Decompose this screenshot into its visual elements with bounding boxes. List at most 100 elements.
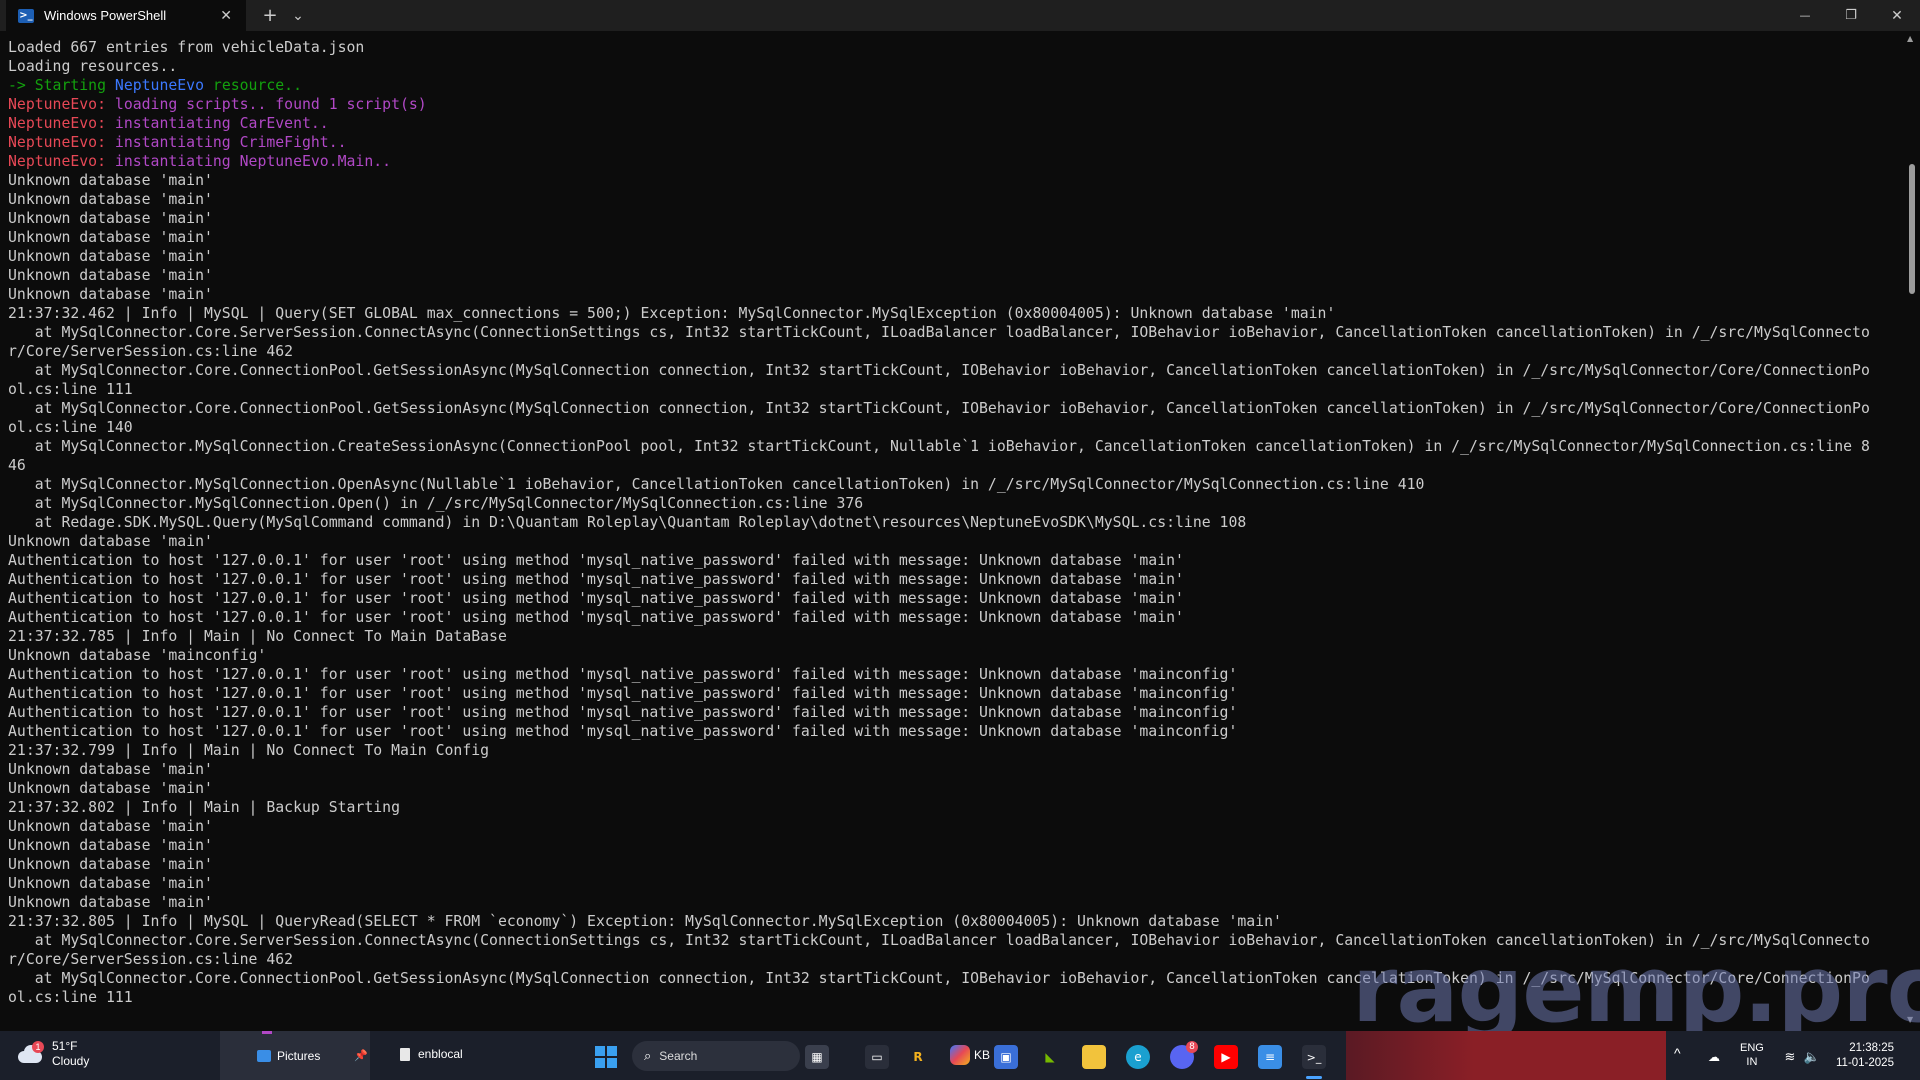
store-icon[interactable]: ▣: [994, 1045, 1018, 1069]
search-box[interactable]: ⌕ Search: [632, 1041, 800, 1071]
enblocal-window-button[interactable]: enblocal: [400, 1047, 463, 1061]
console-text-segment: instantiating CarEvent..: [114, 115, 329, 132]
new-tab-button[interactable]: +: [258, 0, 282, 31]
console-text-segment: ol.cs:line 140: [8, 419, 133, 436]
app-thumbnail-icon[interactable]: ▦: [805, 1045, 829, 1069]
onedrive-icon[interactable]: ☁: [1702, 1045, 1726, 1069]
console-line: Unknown database 'main': [8, 247, 1894, 266]
nvidia-icon[interactable]: ◣: [1038, 1045, 1062, 1069]
discord-icon[interactable]: 8: [1170, 1041, 1198, 1069]
file-explorer-icon[interactable]: [1082, 1045, 1106, 1069]
console-line: Unknown database 'main': [8, 171, 1894, 190]
console-line: NeptuneEvo: instantiating CarEvent..: [8, 114, 1894, 133]
console-text-segment: Authentication to host '127.0.0.1' for u…: [8, 609, 1184, 626]
vertical-scrollbar[interactable]: ▲ ▼: [1904, 31, 1920, 1031]
console-line: r/Core/ServerSession.cs:line 462: [8, 342, 1894, 361]
console-line: 21:37:32.462 | Info | MySQL | Query(SET …: [8, 304, 1894, 323]
console-line: at MySqlConnector.Core.ConnectionPool.Ge…: [8, 399, 1894, 418]
console-line: Unknown database 'main': [8, 893, 1894, 912]
console-text-segment: Unknown database 'main': [8, 267, 213, 284]
console-text-segment: -> Starting: [8, 77, 115, 94]
console-text-segment: Unknown database 'main': [8, 533, 213, 550]
pin-icon[interactable]: 📌: [354, 1049, 368, 1062]
console-text-segment: Authentication to host '127.0.0.1' for u…: [8, 571, 1184, 588]
maximize-button[interactable]: ❐: [1828, 0, 1874, 31]
r-app-icon[interactable]: R: [906, 1045, 930, 1069]
tab-title: Windows PowerShell: [44, 8, 167, 23]
discord-badge: 8: [1186, 1041, 1198, 1053]
language-indicator[interactable]: ENG IN: [1740, 1041, 1764, 1069]
search-text: Search: [659, 1049, 698, 1063]
app-window-icon[interactable]: ▭: [865, 1045, 889, 1069]
console-text-segment: Authentication to host '127.0.0.1' for u…: [8, 590, 1184, 607]
console-line: Unknown database 'main': [8, 190, 1894, 209]
weather-widget[interactable]: 1 51°F Cloudy: [16, 1039, 89, 1069]
console-line: 46: [8, 456, 1894, 475]
clock-date: 11-01-2025: [1836, 1057, 1894, 1069]
tray-expand-button[interactable]: ^: [1674, 1045, 1681, 1061]
console-text-segment: Unknown database 'main': [8, 837, 213, 854]
console-line: Authentication to host '127.0.0.1' for u…: [8, 665, 1894, 684]
lang-bottom: IN: [1746, 1056, 1758, 1068]
console-text-segment: loading scripts.. found 1 script(s): [114, 96, 427, 113]
console-text-segment: r/Core/ServerSession.cs:line 462: [8, 343, 294, 360]
kb-label: KB: [974, 1048, 991, 1062]
console-line: NeptuneEvo: loading scripts.. found 1 sc…: [8, 95, 1894, 114]
console-line: at MySqlConnector.Core.ServerSession.Con…: [8, 323, 1894, 342]
console-text-segment: Unknown database 'main': [8, 210, 213, 227]
tab-dropdown-button[interactable]: ⌄: [286, 0, 310, 31]
console-line: at Redage.SDK.MySQL.Query(MySqlCommand c…: [8, 513, 1894, 532]
tab-windows-powershell[interactable]: >_ Windows PowerShell ✕: [6, 0, 246, 31]
terminal-active-indicator: [1306, 1076, 1322, 1079]
console-text-segment: Unknown database 'main': [8, 875, 213, 892]
console-text-segment: Unknown database 'main': [8, 191, 213, 208]
edge-icon[interactable]: e: [1126, 1045, 1150, 1069]
close-button[interactable]: ✕: [1874, 0, 1920, 31]
tab-close-icon[interactable]: ✕: [220, 8, 232, 24]
console-line: Unknown database 'main': [8, 855, 1894, 874]
console-text-segment: Unknown database 'main': [8, 286, 213, 303]
console-text-segment: 21:37:32.785 | Info | Main | No Connect …: [8, 628, 507, 645]
console-text-segment: Unknown database 'main': [8, 894, 213, 911]
wifi-icon[interactable]: ≋: [1778, 1045, 1802, 1069]
console-text-segment: ol.cs:line 111: [8, 989, 133, 1006]
minimize-button[interactable]: —: [1782, 0, 1828, 31]
console-text-segment: 21:37:32.799 | Info | Main | No Connect …: [8, 742, 490, 759]
console-text-segment: Authentication to host '127.0.0.1' for u…: [8, 704, 1238, 721]
scrollbar-thumb[interactable]: [1909, 164, 1915, 294]
clock[interactable]: 21:38:25 11-01-2025: [1836, 1041, 1894, 1071]
console-output[interactable]: Loaded 667 entries from vehicleData.json…: [8, 38, 1894, 1038]
console-line: Unknown database 'main': [8, 874, 1894, 893]
console-line: 21:37:32.785 | Info | Main | No Connect …: [8, 627, 1894, 646]
console-text-segment: at MySqlConnector.MySqlConnection.OpenAs…: [8, 476, 1425, 493]
console-line: NeptuneEvo: instantiating CrimeFight..: [8, 133, 1894, 152]
lang-top: ENG: [1740, 1042, 1764, 1054]
terminal-icon[interactable]: >_: [1302, 1045, 1326, 1069]
console-line: Unknown database 'main': [8, 836, 1894, 855]
console-text-segment: instantiating NeptuneEvo.Main..: [114, 153, 392, 170]
console-text-segment: Unknown database 'main': [8, 780, 213, 797]
search-icon: ⌕: [644, 1048, 652, 1064]
console-line: at MySqlConnector.Core.ConnectionPool.Ge…: [8, 361, 1894, 380]
console-text-segment: NeptuneEvo:: [8, 96, 115, 113]
windows-start-icon[interactable]: [594, 1045, 618, 1069]
console-line: Unknown database 'main': [8, 779, 1894, 798]
console-line: -> Starting NeptuneEvo resource..: [8, 76, 1894, 95]
pictures-window-button[interactable]: Pictures 📌: [220, 1031, 370, 1080]
console-text-segment: Authentication to host '127.0.0.1' for u…: [8, 723, 1238, 740]
console-line: Loaded 667 entries from vehicleData.json: [8, 38, 1894, 57]
console-line: Unknown database 'main': [8, 760, 1894, 779]
console-line: NeptuneEvo: instantiating NeptuneEvo.Mai…: [8, 152, 1894, 171]
taskbar: 1 51°F Cloudy Pictures 📌 enblocal ⌕ Sear…: [0, 1031, 1920, 1080]
console-text-segment: at Redage.SDK.MySQL.Query(MySqlCommand c…: [8, 514, 1247, 531]
scroll-up-arrow-icon[interactable]: ▲: [1907, 34, 1913, 43]
copilot-kb-button[interactable]: KB: [950, 1045, 990, 1065]
weather-temp: 51°F: [52, 1039, 78, 1053]
youtube-icon[interactable]: ▶: [1214, 1045, 1238, 1069]
console-text-segment: Authentication to host '127.0.0.1' for u…: [8, 685, 1238, 702]
volume-icon[interactable]: 🔈: [1800, 1045, 1824, 1069]
powershell-icon: >_: [18, 8, 34, 23]
console-text-segment: 21:37:32.802 | Info | Main | Backup Star…: [8, 799, 400, 816]
notepad-icon[interactable]: ≡: [1258, 1045, 1282, 1069]
console-line: ol.cs:line 140: [8, 418, 1894, 437]
